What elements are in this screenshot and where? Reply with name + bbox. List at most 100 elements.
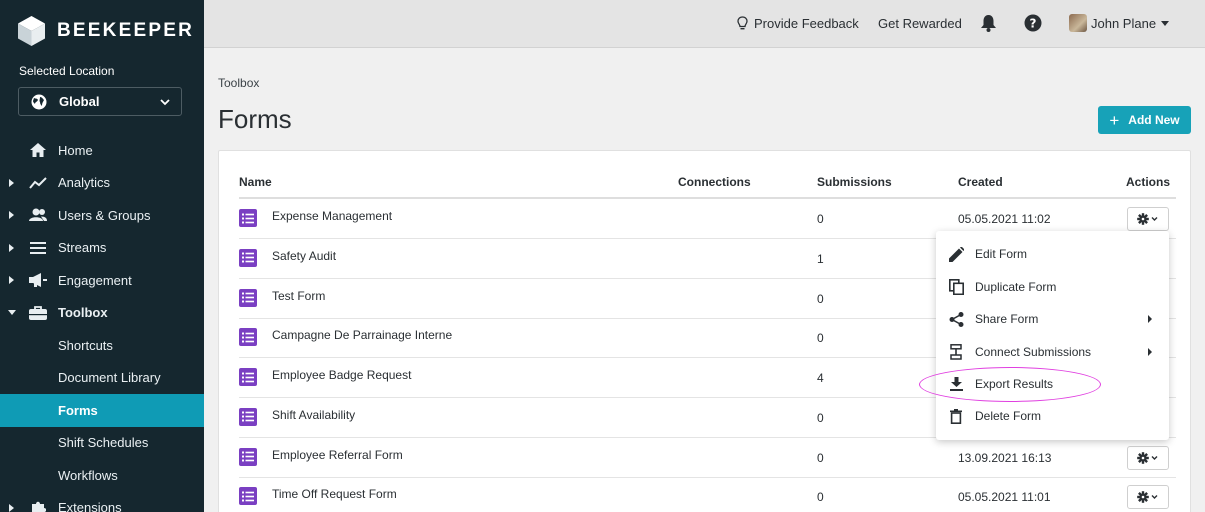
home-icon (29, 142, 47, 158)
form-list-icon (239, 209, 257, 227)
sidebar-item-shortcuts[interactable]: Shortcuts (0, 329, 204, 362)
form-list-icon (239, 487, 257, 506)
column-header-submissions[interactable]: Submissions (817, 175, 892, 189)
sidebar-item-forms[interactable]: Forms (0, 394, 204, 427)
svg-text:?: ? (1030, 17, 1037, 31)
breadcrumb[interactable]: Toolbox (218, 76, 259, 90)
caret-down-icon (1161, 20, 1170, 26)
add-new-button[interactable]: + Add New (1098, 106, 1191, 134)
users-icon (29, 207, 47, 223)
column-header-actions: Actions (1126, 175, 1171, 189)
menu-item-label: Connect Submissions (975, 345, 1092, 359)
form-list-icon (239, 288, 257, 307)
sidebar-item-analytics[interactable]: Analytics (0, 167, 204, 200)
trash-icon (947, 407, 965, 425)
gear-icon (1137, 491, 1158, 504)
analytics-icon (29, 175, 47, 191)
form-name[interactable]: Employee Badge Request (272, 368, 411, 382)
puzzle-icon (29, 500, 47, 512)
sidebar-item-label: Users & Groups (58, 207, 151, 223)
sidebar-item-workflows[interactable]: Workflows (0, 459, 204, 492)
sidebar-item-label: Toolbox (58, 305, 108, 321)
menu-item-label: Duplicate Form (975, 280, 1057, 294)
sidebar-item-label: Streams (58, 240, 107, 256)
bell-icon (981, 15, 996, 32)
form-list-icon (239, 447, 257, 466)
created-date: 05.05.2021 11:02 (958, 212, 1051, 226)
pencil-icon (947, 245, 965, 263)
provide-feedback-link[interactable]: Provide Feedback (737, 0, 859, 46)
form-list-icon (239, 248, 257, 267)
sidebar-item-label: Shortcuts (58, 337, 113, 353)
sidebar-item-toolbox[interactable]: Toolbox (0, 297, 204, 330)
table-row[interactable]: Employee Referral Form 0 13.09.2021 16:13 (239, 438, 1176, 478)
sidebar-item-engagement[interactable]: Engagement (0, 264, 204, 297)
menu-item-edit-form[interactable]: Edit Form (936, 238, 1169, 270)
menu-item-duplicate-form[interactable]: Duplicate Form (936, 271, 1169, 303)
caret-right-icon (1148, 348, 1152, 356)
globe-icon (31, 94, 47, 109)
menu-item-share-form[interactable]: Share Form (936, 303, 1169, 335)
actions-gear-button[interactable] (1127, 445, 1169, 470)
user-menu[interactable]: John Plane (1069, 0, 1170, 46)
actions-gear-button[interactable] (1127, 485, 1169, 510)
page-title: Forms (218, 104, 292, 134)
copy-icon (947, 278, 965, 296)
sidebar-item-extensions[interactable]: Extensions (0, 492, 204, 512)
actions-gear-button[interactable] (1127, 207, 1169, 231)
table-row[interactable]: Time Off Request Form 0 05.05.2021 11:01 (239, 477, 1176, 512)
sidebar-item-label: Extensions (58, 500, 122, 512)
brand-name: BEEKEEPER (57, 20, 195, 41)
form-name[interactable]: Safety Audit (272, 249, 336, 263)
form-name[interactable]: Shift Availability (272, 408, 355, 422)
form-list-icon (239, 328, 257, 347)
form-name[interactable]: Test Form (272, 289, 325, 303)
menu-item-delete-form[interactable]: Delete Form (936, 400, 1169, 432)
form-name[interactable]: Employee Referral Form (272, 448, 403, 462)
sidebar-item-shift-schedules[interactable]: Shift Schedules (0, 427, 204, 460)
submissions-count: 0 (817, 212, 824, 226)
add-new-label: Add New (1128, 113, 1180, 127)
column-header-name[interactable]: Name (239, 175, 272, 189)
help-button[interactable]: ? (1024, 0, 1042, 46)
chevron-down-icon (160, 98, 170, 105)
submissions-count: 0 (817, 331, 824, 346)
form-name[interactable]: Time Off Request Form (272, 487, 397, 501)
sidebar-item-label: Home (58, 142, 93, 158)
sidebar-item-users-groups[interactable]: Users & Groups (0, 199, 204, 232)
gear-icon (1137, 213, 1158, 225)
get-rewarded-label: Get Rewarded (878, 15, 962, 31)
sidebar: BEEKEEPER Selected Location Global Home … (0, 0, 204, 512)
beekeeper-logo-icon (18, 16, 45, 46)
column-header-created[interactable]: Created (958, 175, 1003, 189)
top-bar: Provide Feedback Get Rewarded ? John Pla… (204, 0, 1205, 48)
submissions-count: 0 (817, 450, 824, 465)
menu-item-label: Delete Form (975, 409, 1042, 423)
sidebar-item-label: Engagement (58, 272, 132, 288)
get-rewarded-link[interactable]: Get Rewarded (878, 0, 962, 46)
sidebar-item-document-library[interactable]: Document Library (0, 362, 204, 395)
submissions-count: 4 (817, 371, 824, 385)
gear-icon (1137, 451, 1158, 464)
form-name[interactable]: Campagne De Parrainage Interne (272, 328, 452, 342)
form-list-icon (239, 368, 257, 386)
menu-item-connect-submissions[interactable]: Connect Submissions (936, 336, 1169, 368)
caret-down-icon (8, 309, 16, 315)
provide-feedback-label: Provide Feedback (754, 15, 859, 31)
sidebar-item-label: Document Library (58, 370, 161, 386)
caret-right-icon (9, 178, 14, 187)
menu-item-label: Share Form (975, 312, 1039, 326)
caret-right-icon (9, 276, 14, 285)
sidebar-item-home[interactable]: Home (0, 134, 204, 167)
sidebar-item-streams[interactable]: Streams (0, 232, 204, 265)
column-header-connections[interactable]: Connections (678, 175, 751, 189)
sidebar-item-label: Analytics (58, 175, 111, 191)
location-select[interactable]: Global (18, 87, 182, 116)
form-name[interactable]: Expense Management (272, 209, 392, 223)
created-date: 05.05.2021 11:01 (958, 490, 1051, 505)
submissions-count: 0 (817, 490, 824, 505)
caret-right-icon (9, 243, 14, 252)
lightbulb-icon (737, 15, 748, 29)
brand[interactable]: BEEKEEPER (18, 16, 194, 46)
notifications-button[interactable] (980, 0, 997, 46)
